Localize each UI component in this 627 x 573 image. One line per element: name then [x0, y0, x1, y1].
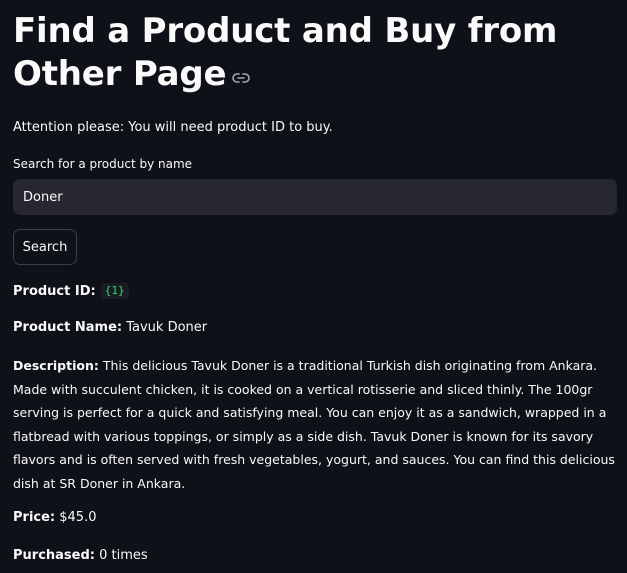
product-name-label: Product Name:	[13, 320, 123, 335]
page-title-text: Find a Product and Buy from Other Page	[13, 11, 558, 94]
price-value: $45.0	[59, 510, 97, 525]
search-input[interactable]	[13, 179, 617, 215]
purchased-value: 0 times	[99, 548, 148, 563]
page-title: Find a Product and Buy from Other Page	[13, 10, 617, 97]
purchased-row: Purchased: 0 times	[13, 544, 617, 568]
description-label: Description:	[13, 358, 99, 373]
search-button[interactable]: Search	[13, 229, 77, 265]
product-id-row: Product ID: {1}	[13, 280, 617, 304]
product-name-value: Tavuk Doner	[126, 320, 208, 335]
product-id-value: {1}	[100, 283, 129, 299]
product-id-label: Product ID:	[13, 284, 96, 299]
price-label: Price:	[13, 510, 56, 525]
purchased-label: Purchased:	[13, 548, 95, 563]
link-icon[interactable]	[232, 52, 251, 95]
description-row: Description: This delicious Tavuk Doner …	[13, 354, 617, 495]
search-label: Search for a product by name	[13, 157, 193, 171]
description-value: This delicious Tavuk Doner is a traditio…	[13, 358, 615, 491]
attention-notice: Attention please: You will need product …	[13, 120, 333, 135]
product-name-row: Product Name: Tavuk Doner	[13, 316, 617, 340]
price-row: Price: $45.0	[13, 506, 617, 530]
